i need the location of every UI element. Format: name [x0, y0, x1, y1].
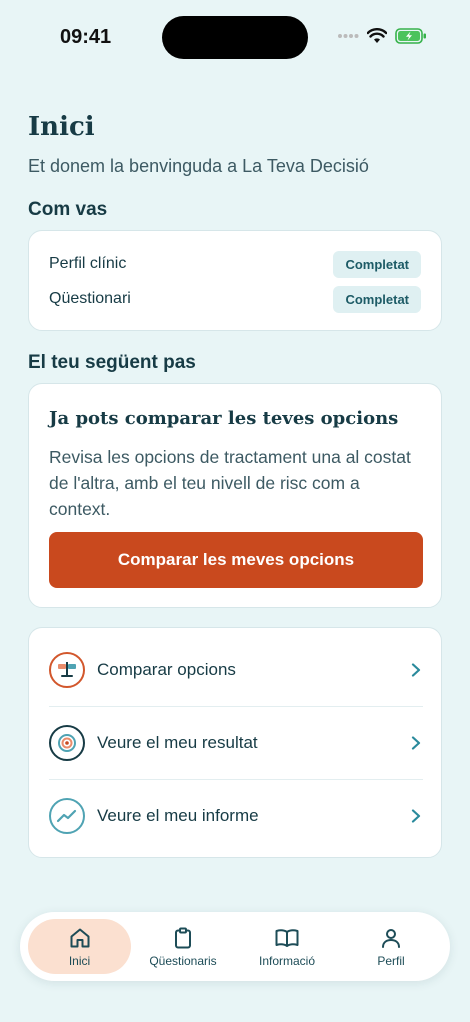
progress-card: Perfil clínic Completat Qüestionari Comp… — [28, 230, 442, 331]
tab-label: Perfil — [377, 953, 405, 968]
scale-icon — [49, 651, 85, 688]
home-icon — [70, 928, 89, 947]
status-time: 09:41 — [60, 26, 112, 48]
progress-section-title: Com vas — [28, 199, 108, 220]
status-icons — [337, 28, 427, 44]
progress-label: Qüestionari — [49, 290, 131, 307]
tab-label: Informació — [258, 953, 316, 968]
quick-actions-card: Comparar opcions Veure el meu resultat V… — [28, 627, 442, 858]
progress-label: Perfil clínic — [49, 255, 127, 272]
wifi-icon — [367, 28, 387, 43]
tab-information[interactable]: Informació — [236, 919, 338, 974]
action-row-view-result[interactable]: Veure el meu resultat — [49, 706, 423, 779]
status-bar: 09:41 — [0, 0, 470, 76]
target-icon — [49, 725, 85, 761]
progress-row-clinical-profile: Perfil clínic Completat — [49, 249, 421, 279]
battery-icon — [395, 28, 426, 44]
tab-profile[interactable]: Perfil — [340, 919, 442, 974]
page-subtitle: Et donem la benvinguda a La Teva Decisió — [28, 156, 369, 176]
next-step-card: Ja pots comparar les teves opcions Revis… — [28, 383, 442, 608]
book-icon — [275, 928, 299, 947]
action-row-compare-options[interactable]: Comparar opcions — [49, 633, 423, 706]
dynamic-island — [162, 16, 308, 59]
signal-icon — [338, 34, 359, 38]
compare-options-button[interactable]: Comparar les meves opcions — [49, 532, 423, 588]
bottom-tab-bar: Inici Qüestionaris Informació Perfil — [20, 912, 450, 981]
clipboard-icon — [175, 927, 191, 948]
trend-chart-icon — [49, 798, 85, 834]
chevron-right-icon — [411, 736, 421, 750]
chevron-right-icon — [411, 662, 421, 677]
progress-row-questionnaire: Qüestionari Completat — [49, 284, 421, 314]
chevron-right-icon — [411, 809, 421, 823]
action-label: Veure el meu resultat — [97, 733, 258, 752]
user-icon — [382, 928, 400, 948]
status-badge: Completat — [333, 285, 421, 313]
next-step-section-title: El teu següent pas — [28, 352, 196, 373]
tab-home[interactable]: Inici — [28, 919, 131, 974]
status-badge: Completat — [333, 250, 421, 278]
next-step-heading: Ja pots comparar les teves opcions — [49, 408, 399, 429]
tab-questionnaires[interactable]: Qüestionaris — [132, 919, 234, 974]
tab-label: Qüestionaris — [149, 953, 217, 968]
action-row-view-report[interactable]: Veure el meu informe — [49, 779, 423, 852]
action-label: Veure el meu informe — [97, 806, 259, 825]
page-title: Inici — [28, 112, 95, 142]
action-label: Comparar opcions — [97, 659, 236, 679]
tab-label: Inici — [68, 953, 91, 968]
next-step-description: Revisa les opcions de tractament una al … — [49, 447, 411, 519]
